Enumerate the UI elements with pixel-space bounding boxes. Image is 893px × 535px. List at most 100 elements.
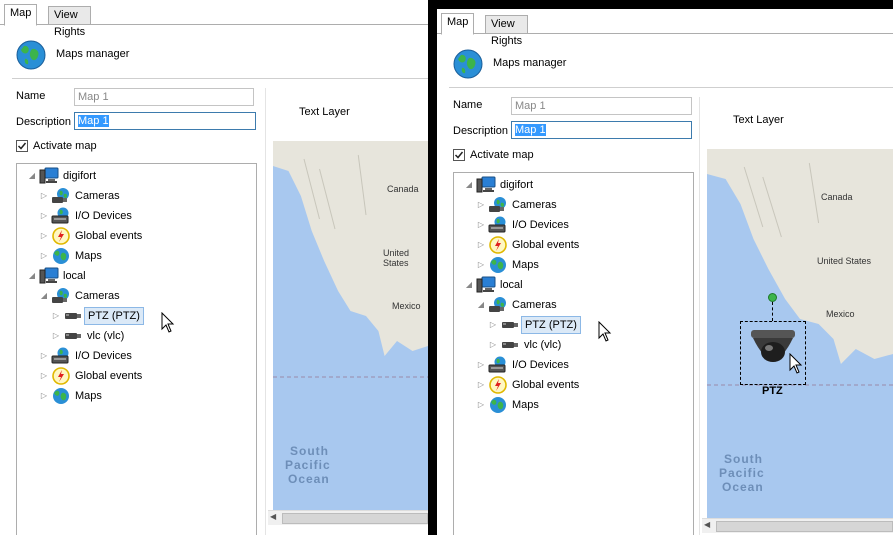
expand-arrow-icon[interactable]: ▷ [476, 235, 486, 255]
tab-view-rights[interactable]: View Rights [48, 6, 92, 38]
expand-arrow-icon[interactable]: ▷ [39, 226, 49, 246]
tree-node-label: I/O Devices [75, 350, 132, 362]
computer-icon [39, 267, 59, 285]
collapse-arrow-icon[interactable]: ◢ [464, 175, 474, 195]
global-events-icon [51, 367, 71, 385]
tree-node-label: I/O Devices [512, 219, 569, 231]
tree-node-label: Global events [512, 239, 580, 251]
scrollbar-thumb[interactable] [716, 521, 893, 532]
place-label-mexico: Mexico [826, 309, 855, 319]
tree-node-label: Cameras [512, 299, 557, 311]
expand-arrow-icon[interactable]: ▷ [39, 246, 49, 266]
map-horizontal-scrollbar[interactable]: ◀ [268, 510, 428, 525]
tree-node-label: Maps [75, 250, 102, 262]
mouse-cursor-icon [789, 352, 803, 374]
checkmark-icon [17, 142, 27, 150]
place-label-ocean: South [290, 444, 329, 458]
place-label-ocean: Ocean [722, 480, 764, 494]
expand-arrow-icon[interactable]: ▷ [39, 346, 49, 366]
expand-arrow-icon[interactable]: ▷ [39, 206, 49, 226]
device-tree[interactable]: ◢ digifort ▷ Cameras ▷ I/O Devices ▷ Global eve… [16, 163, 257, 535]
tree-node-label: I/O Devices [512, 359, 569, 371]
expand-arrow-icon[interactable]: ▷ [476, 395, 486, 415]
tree-node-label: Cameras [75, 190, 120, 202]
name-label: Name [453, 99, 483, 111]
map-canvas[interactable]: Canada United States Mexico South Pacific Oce… [707, 149, 893, 518]
pane-splitter[interactable] [265, 88, 266, 535]
globe-icon [488, 396, 508, 414]
expand-arrow-icon[interactable]: ▷ [476, 375, 486, 395]
activate-map-checkbox[interactable] [453, 149, 465, 161]
pane-splitter[interactable] [699, 97, 700, 535]
expand-arrow-icon[interactable]: ▷ [476, 355, 486, 375]
expand-arrow-icon[interactable]: ▷ [476, 255, 486, 275]
collapse-arrow-icon[interactable]: ◢ [27, 166, 37, 186]
expand-arrow-icon[interactable]: ▷ [39, 386, 49, 406]
expand-arrow-icon[interactable]: ▷ [39, 186, 49, 206]
place-label-united-states: United States [817, 256, 872, 266]
place-label-ocean: South [724, 452, 763, 466]
tree-node-label: vlc (vlc) [87, 330, 125, 342]
place-label-canada: Canada [821, 192, 853, 202]
mouse-cursor-icon [598, 320, 612, 342]
maps-manager-panel-after: Map View Rights Maps manager Name Map 1 … [437, 9, 893, 535]
place-label-ocean: Pacific [285, 458, 331, 472]
tab-divider [437, 33, 893, 34]
scroll-left-icon[interactable]: ◀ [270, 512, 276, 521]
global-events-icon [51, 227, 71, 245]
tree-node-label: I/O Devices [75, 210, 132, 222]
cameras-icon [51, 187, 71, 205]
collapse-arrow-icon[interactable]: ◢ [39, 286, 49, 306]
expand-arrow-icon[interactable]: ▷ [51, 326, 61, 346]
map-canvas[interactable]: Canada United States Mexico South Pacific Oce… [273, 141, 428, 510]
tab-map[interactable]: Map [4, 4, 38, 26]
scroll-left-icon[interactable]: ◀ [704, 520, 710, 529]
rotate-handle[interactable] [768, 293, 777, 302]
checkmark-icon [454, 151, 464, 159]
tree-node-label: Maps [75, 390, 102, 402]
scrollbar-thumb[interactable] [282, 513, 428, 524]
maps-manager-panel-before: Map View Rights Maps manager Name Map 1 … [0, 0, 428, 535]
place-label-mexico: Mexico [392, 301, 421, 311]
tab-map[interactable]: Map [441, 13, 475, 35]
tree-node-label: PTZ (PTZ) [521, 316, 581, 334]
global-events-icon [488, 376, 508, 394]
tree-node-label: Cameras [512, 199, 557, 211]
description-input[interactable]: Map 1 [74, 112, 256, 130]
expand-arrow-icon[interactable]: ▷ [51, 306, 61, 326]
collapse-arrow-icon[interactable]: ◢ [464, 275, 474, 295]
activate-map-checkbox[interactable] [16, 140, 28, 152]
text-layer-label: Text Layer [299, 106, 350, 118]
description-value: Map 1 [78, 115, 109, 127]
tree-node-label: Cameras [75, 290, 120, 302]
page-title: Maps manager [56, 48, 130, 60]
io-devices-icon [488, 216, 508, 234]
expand-arrow-icon[interactable]: ▷ [476, 215, 486, 235]
tree-node-label: digifort [63, 170, 97, 182]
tab-view-rights[interactable]: View Rights [485, 15, 529, 47]
tree-node-label: Global events [512, 379, 580, 391]
expand-arrow-icon[interactable]: ▷ [488, 315, 498, 335]
cameras-icon [488, 296, 508, 314]
map-horizontal-scrollbar[interactable]: ◀ [702, 518, 893, 533]
description-input[interactable]: Map 1 [511, 121, 692, 139]
global-events-icon [488, 236, 508, 254]
place-label-canada: Canada [387, 184, 419, 194]
rotate-handle-stem [772, 302, 773, 321]
header-separator [12, 78, 428, 79]
collapse-arrow-icon[interactable]: ◢ [476, 295, 486, 315]
text-layer-label: Text Layer [733, 114, 784, 126]
name-input[interactable]: Map 1 [511, 97, 692, 115]
io-devices-icon [51, 347, 71, 365]
globe-icon [16, 40, 46, 70]
collapse-arrow-icon[interactable]: ◢ [27, 266, 37, 286]
name-input[interactable]: Map 1 [74, 88, 254, 106]
expand-arrow-icon[interactable]: ▷ [39, 366, 49, 386]
activate-map-label: Activate map [33, 140, 97, 152]
page-header: Maps manager [16, 40, 428, 72]
expand-arrow-icon[interactable]: ▷ [476, 195, 486, 215]
expand-arrow-icon[interactable]: ▷ [488, 335, 498, 355]
computer-icon [476, 176, 496, 194]
device-tree[interactable]: ◢ digifort ▷ Cameras ▷ I/O Devices ▷ Global eve… [453, 172, 694, 535]
io-devices-icon [488, 356, 508, 374]
